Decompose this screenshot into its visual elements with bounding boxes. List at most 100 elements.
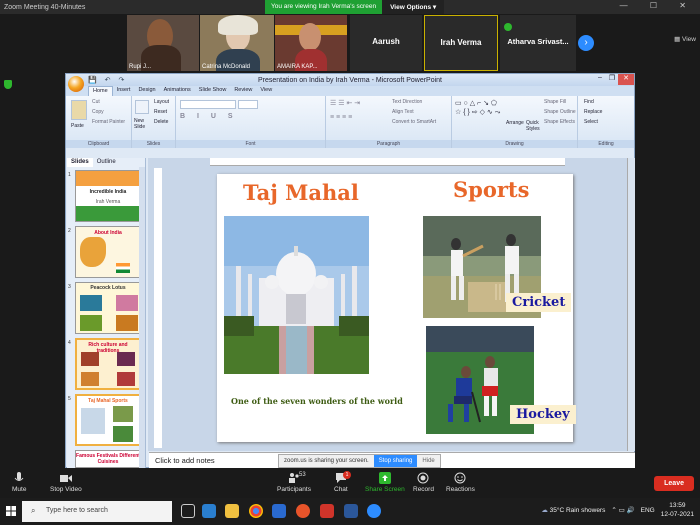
record-button[interactable]: Record xyxy=(413,472,434,493)
editor-scrollbar[interactable] xyxy=(627,158,635,451)
file-explorer-icon[interactable] xyxy=(225,504,239,518)
participant-tile-active-speaker[interactable]: Irah Verma xyxy=(424,15,498,71)
slide-thumbnail[interactable]: About India xyxy=(75,226,141,278)
taj-mahal-heading[interactable]: Taj Mahal xyxy=(243,180,359,205)
edge-icon[interactable] xyxy=(202,504,216,518)
slide-thumbnail[interactable]: Rich culture and traditions xyxy=(75,338,141,390)
group-font: B I U S Font xyxy=(176,96,326,148)
list-buttons[interactable]: ☰ ☰ ⇤ ⇥ xyxy=(330,99,360,107)
panel-scrollbar[interactable] xyxy=(139,167,145,468)
select-button[interactable]: Select xyxy=(584,119,598,125)
participant-name: Irah Verma xyxy=(440,38,482,47)
new-slide-button[interactable]: New Slide xyxy=(134,118,152,130)
share-screen-button[interactable]: Share Screen xyxy=(365,472,405,493)
arrange-button[interactable]: Arrange xyxy=(506,120,524,126)
font-size-combo[interactable] xyxy=(238,100,258,109)
participant-tile[interactable]: Catrina McDonald xyxy=(200,15,274,71)
share-screen-icon xyxy=(378,472,391,484)
replace-button[interactable]: Replace xyxy=(584,109,602,115)
taj-mahal-image[interactable] xyxy=(224,216,369,374)
paste-button[interactable]: Paste xyxy=(71,123,84,129)
ppt-window-controls[interactable]: – ❐ ✕ xyxy=(594,74,634,85)
tray-icons[interactable]: ⌃ ▭ 🔊 xyxy=(611,506,634,514)
font-name-combo[interactable] xyxy=(180,100,236,109)
shape-fill-button[interactable]: Shape Fill xyxy=(544,99,566,105)
system-tray: ☁ 35°C Rain showers ⌃ ▭ 🔊 ENG 13:59 12-07… xyxy=(541,501,694,519)
slide-canvas[interactable]: Taj Mahal Sports Cricket Hockey One of t… xyxy=(217,174,576,442)
font-style-buttons[interactable]: B I U S xyxy=(180,113,238,120)
taskbar-search-box[interactable]: ⌕ Type here to search xyxy=(22,501,172,522)
group-clipboard: Paste Cut Copy Format Painter Clipboard xyxy=(66,96,132,148)
tab-home[interactable]: Home xyxy=(88,86,113,96)
group-slides: New Slide Layout Reset Delete Slides xyxy=(132,96,176,148)
next-page-arrow-icon[interactable]: › xyxy=(578,35,594,51)
language-indicator[interactable]: ENG xyxy=(641,507,655,514)
window-controls[interactable]: — ☐ ✕ xyxy=(620,1,696,10)
video-camera-icon xyxy=(59,475,72,482)
firefox-icon[interactable] xyxy=(296,504,310,518)
windows-start-icon[interactable] xyxy=(6,506,16,516)
clock[interactable]: 13:59 12-07-2021 xyxy=(661,501,694,519)
slide-thumbnail[interactable]: Peacock Lotus xyxy=(75,282,141,334)
quick-styles-button[interactable]: Quick Styles xyxy=(526,120,540,132)
slide-thumbnail[interactable]: Famous Festivals Different Cuisines xyxy=(75,450,141,468)
stop-sharing-button[interactable]: Stop sharing xyxy=(373,455,418,467)
text-direction-button[interactable]: Text Direction xyxy=(392,99,422,105)
smiley-icon xyxy=(454,472,466,484)
delete-button[interactable]: Delete xyxy=(154,119,168,125)
zoom-app-icon[interactable] xyxy=(367,504,381,518)
view-options-button[interactable]: View Options ▾ xyxy=(382,0,445,14)
copy-button[interactable]: Copy xyxy=(92,109,104,115)
task-view-icon[interactable] xyxy=(181,504,195,518)
participant-name: AMAIRA KAP... xyxy=(277,64,318,70)
slide-caption[interactable]: One of the seven wonders of the world xyxy=(231,396,403,406)
shape-outline-button[interactable]: Shape Outline xyxy=(544,109,576,115)
layout-button[interactable]: Layout xyxy=(154,99,169,105)
hide-button[interactable]: Hide xyxy=(417,455,439,467)
tab-slides[interactable]: Slides xyxy=(67,158,93,167)
participant-tile[interactable]: Atharva Srivast... xyxy=(500,15,576,71)
participant-tile[interactable]: AMAIRA KAP... xyxy=(275,15,347,71)
new-slide-icon[interactable] xyxy=(135,100,149,114)
format-painter-button[interactable]: Format Painter xyxy=(92,119,125,125)
participant-name: Catrina McDonald xyxy=(202,64,251,70)
participant-tile[interactable]: Rupi J... xyxy=(127,15,199,71)
tab-outline[interactable]: Outline xyxy=(93,158,120,167)
slide-number: 4 xyxy=(68,340,71,346)
convert-smartart-button[interactable]: Convert to SmartArt xyxy=(392,119,436,125)
reactions-button[interactable]: Reactions xyxy=(446,472,475,493)
shapes-gallery[interactable]: ▭ ○ △ ⌐ ↘ ⬠ ☆ { } ⇨ ◇ ∿ ⤳ xyxy=(455,99,505,117)
view-button[interactable]: ▦ View xyxy=(674,35,696,43)
participant-tile[interactable]: Aarush xyxy=(350,15,422,71)
tab-animations[interactable]: Animations xyxy=(160,86,195,96)
cricket-label[interactable]: Cricket xyxy=(506,293,572,312)
find-button[interactable]: Find xyxy=(584,99,594,105)
tab-insert[interactable]: Insert xyxy=(113,86,135,96)
participant-count: 53 xyxy=(299,472,306,478)
paste-icon[interactable] xyxy=(71,100,87,120)
leave-button[interactable]: Leave xyxy=(654,476,694,491)
tab-design[interactable]: Design xyxy=(134,86,159,96)
align-buttons[interactable]: ≡ ≡ ≡ ≡ xyxy=(330,114,352,121)
store-icon[interactable] xyxy=(272,504,286,518)
word-icon[interactable] xyxy=(344,504,358,518)
reset-button[interactable]: Reset xyxy=(154,109,167,115)
pdf-icon[interactable] xyxy=(320,504,334,518)
mute-button[interactable]: Mute xyxy=(12,472,26,493)
stop-video-button[interactable]: Stop Video xyxy=(50,472,82,493)
cut-button[interactable]: Cut xyxy=(92,99,100,105)
tab-slide-show[interactable]: Slide Show xyxy=(195,86,231,96)
shape-effects-button[interactable]: Shape Effects xyxy=(544,119,575,125)
slide-thumbnail-selected[interactable]: Taj Mahal Sports xyxy=(75,394,141,446)
sports-heading[interactable]: Sports xyxy=(453,177,529,202)
weather-icon: ☁ xyxy=(541,507,548,514)
chrome-icon[interactable] xyxy=(249,504,263,518)
tab-view[interactable]: View xyxy=(256,86,276,96)
ppt-window-title: Presentation on India by Irah Verma - Mi… xyxy=(257,76,443,84)
weather-widget[interactable]: ☁ 35°C Rain showers xyxy=(541,506,605,514)
align-text-button[interactable]: Align Text xyxy=(392,109,414,115)
office-button-icon[interactable] xyxy=(68,76,84,92)
tab-review[interactable]: Review xyxy=(230,86,256,96)
slide-thumbnail[interactable]: Incredible India Irah Verma xyxy=(75,170,141,222)
hockey-label[interactable]: Hockey xyxy=(510,405,576,424)
